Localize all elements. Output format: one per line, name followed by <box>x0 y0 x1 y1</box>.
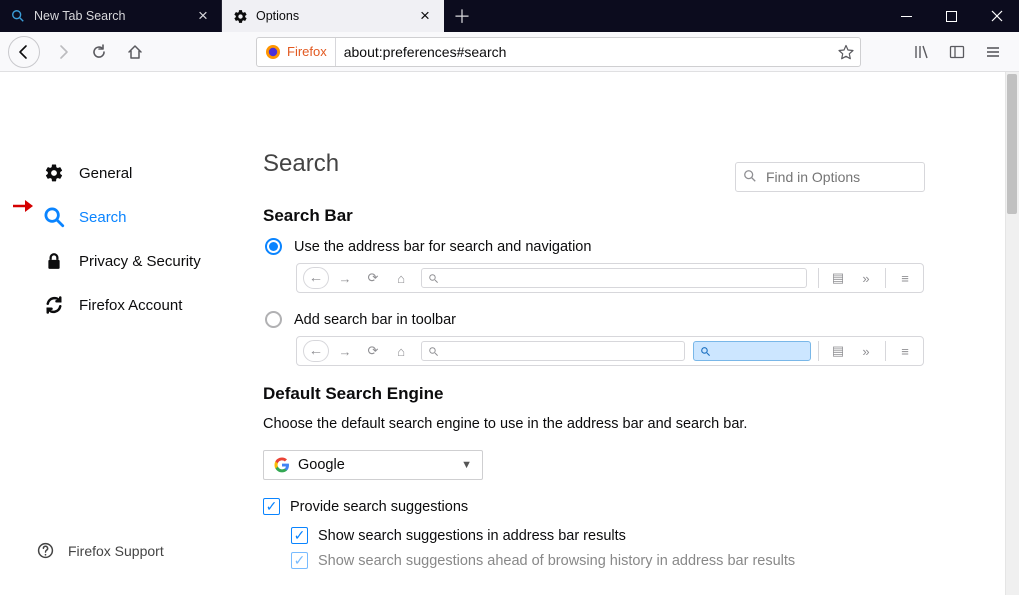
url-text: about:preferences#search <box>336 44 832 60</box>
default-engine-description: Choose the default search engine to use … <box>263 416 929 432</box>
sidebar-icon: ▤ <box>826 340 850 362</box>
find-in-options-input[interactable] <box>735 162 925 192</box>
section-heading-search-bar: Search Bar <box>263 206 929 226</box>
selected-engine-label: Google <box>298 457 345 473</box>
minimize-button[interactable] <box>884 0 929 32</box>
content-area: General Search Privacy & Security Firefo… <box>0 72 1019 595</box>
preferences-sidebar: General Search Privacy & Security Firefo… <box>0 72 263 595</box>
searchbar-mock <box>693 341 811 361</box>
forward-icon: → <box>333 267 357 289</box>
library-button[interactable] <box>906 37 936 67</box>
urlbar-mock <box>421 268 807 288</box>
sidebar-item-label: Firefox Account <box>79 297 182 314</box>
tab-strip: New Tab Search × Options × ＋ <box>0 0 1019 32</box>
checkbox-suggest-first-partial[interactable]: ✓ Show search suggestions ahead of brows… <box>291 552 929 569</box>
back-icon: ← <box>303 267 329 289</box>
section-heading-default-engine: Default Search Engine <box>263 384 929 404</box>
checkbox-label: Provide search suggestions <box>290 499 468 515</box>
annotation-arrow-icon <box>13 199 35 213</box>
urlbar-mock <box>421 341 685 361</box>
navigation-toolbar: Firefox about:preferences#search <box>0 32 1019 72</box>
sidebar-support-link[interactable]: Firefox Support <box>37 542 164 559</box>
search-icon <box>428 346 439 357</box>
chevron-down-icon: ▼ <box>461 459 472 471</box>
app-menu-button[interactable] <box>978 37 1008 67</box>
chevron-icon: » <box>854 267 878 289</box>
sync-icon <box>43 295 65 315</box>
chevron-icon: » <box>854 340 878 362</box>
checkbox-label: Show search suggestions ahead of browsin… <box>318 553 795 569</box>
forward-button[interactable] <box>48 37 78 67</box>
search-icon <box>743 169 757 183</box>
sidebar-icon: ▤ <box>826 267 850 289</box>
search-icon <box>10 8 26 24</box>
back-button[interactable] <box>8 36 40 68</box>
checkbox-icon: ✓ <box>291 552 308 569</box>
checkbox-provide-suggestions[interactable]: ✓ Provide search suggestions <box>263 498 929 515</box>
search-icon <box>700 346 711 357</box>
find-in-options <box>735 162 925 192</box>
reload-icon: ⟳ <box>361 340 385 362</box>
tab-label: Options <box>256 9 417 23</box>
reload-button[interactable] <box>84 37 114 67</box>
radio-label: Add search bar in toolbar <box>294 312 456 328</box>
identity-box[interactable]: Firefox <box>257 38 336 66</box>
preferences-main: Search Search Bar Use the address bar fo… <box>263 72 1019 595</box>
close-icon[interactable]: × <box>417 8 433 24</box>
identity-label: Firefox <box>287 44 327 59</box>
menu-icon: ≡ <box>893 267 917 289</box>
google-icon <box>274 457 290 473</box>
close-icon[interactable]: × <box>195 8 211 24</box>
home-icon: ⌂ <box>389 340 413 362</box>
tab-label: New Tab Search <box>34 9 195 23</box>
home-button[interactable] <box>120 37 150 67</box>
vertical-scrollbar[interactable] <box>1005 72 1019 595</box>
radio-icon <box>265 311 282 328</box>
search-icon <box>43 207 65 227</box>
sidebar-item-search[interactable]: Search <box>37 195 263 239</box>
search-icon <box>428 273 439 284</box>
tab-options[interactable]: Options × <box>222 0 444 32</box>
checkbox-suggest-in-urlbar[interactable]: ✓ Show search suggestions in address bar… <box>291 527 929 544</box>
checkbox-icon: ✓ <box>263 498 280 515</box>
scrollbar-thumb[interactable] <box>1007 74 1017 214</box>
sidebar-item-privacy[interactable]: Privacy & Security <box>37 239 263 283</box>
toolbar-preview-combined: ← → ⟳ ⌂ ▤ » ≡ <box>296 263 924 293</box>
lock-icon <box>43 252 65 270</box>
tab-new-tab-search[interactable]: New Tab Search × <box>0 0 222 32</box>
forward-icon: → <box>333 340 357 362</box>
bookmark-star-icon[interactable] <box>832 44 860 60</box>
sidebar-item-label: Search <box>79 209 127 226</box>
default-engine-select[interactable]: Google ▼ <box>263 450 483 480</box>
sidebar-item-account[interactable]: Firefox Account <box>37 283 263 327</box>
reload-icon: ⟳ <box>361 267 385 289</box>
gear-icon <box>232 8 248 24</box>
new-tab-button[interactable]: ＋ <box>444 0 480 32</box>
radio-label: Use the address bar for search and navig… <box>294 239 591 255</box>
support-label: Firefox Support <box>68 543 164 559</box>
maximize-button[interactable] <box>929 0 974 32</box>
sidebar-item-label: Privacy & Security <box>79 253 201 270</box>
radio-address-bar[interactable]: Use the address bar for search and navig… <box>263 238 929 255</box>
toolbar-preview-separate: ← → ⟳ ⌂ ▤ » ≡ <box>296 336 924 366</box>
close-button[interactable] <box>974 0 1019 32</box>
help-icon <box>37 542 54 559</box>
sidebar-button[interactable] <box>942 37 972 67</box>
radio-icon <box>265 238 282 255</box>
checkbox-icon: ✓ <box>291 527 308 544</box>
url-bar[interactable]: Firefox about:preferences#search <box>256 37 861 67</box>
window-controls <box>884 0 1019 32</box>
back-icon: ← <box>303 340 329 362</box>
gear-icon <box>43 163 65 183</box>
radio-separate-search-bar[interactable]: Add search bar in toolbar <box>263 311 929 328</box>
checkbox-label: Show search suggestions in address bar r… <box>318 528 626 544</box>
sidebar-item-general[interactable]: General <box>37 151 263 195</box>
menu-icon: ≡ <box>893 340 917 362</box>
sidebar-item-label: General <box>79 165 132 182</box>
home-icon: ⌂ <box>389 267 413 289</box>
firefox-icon <box>265 44 281 60</box>
